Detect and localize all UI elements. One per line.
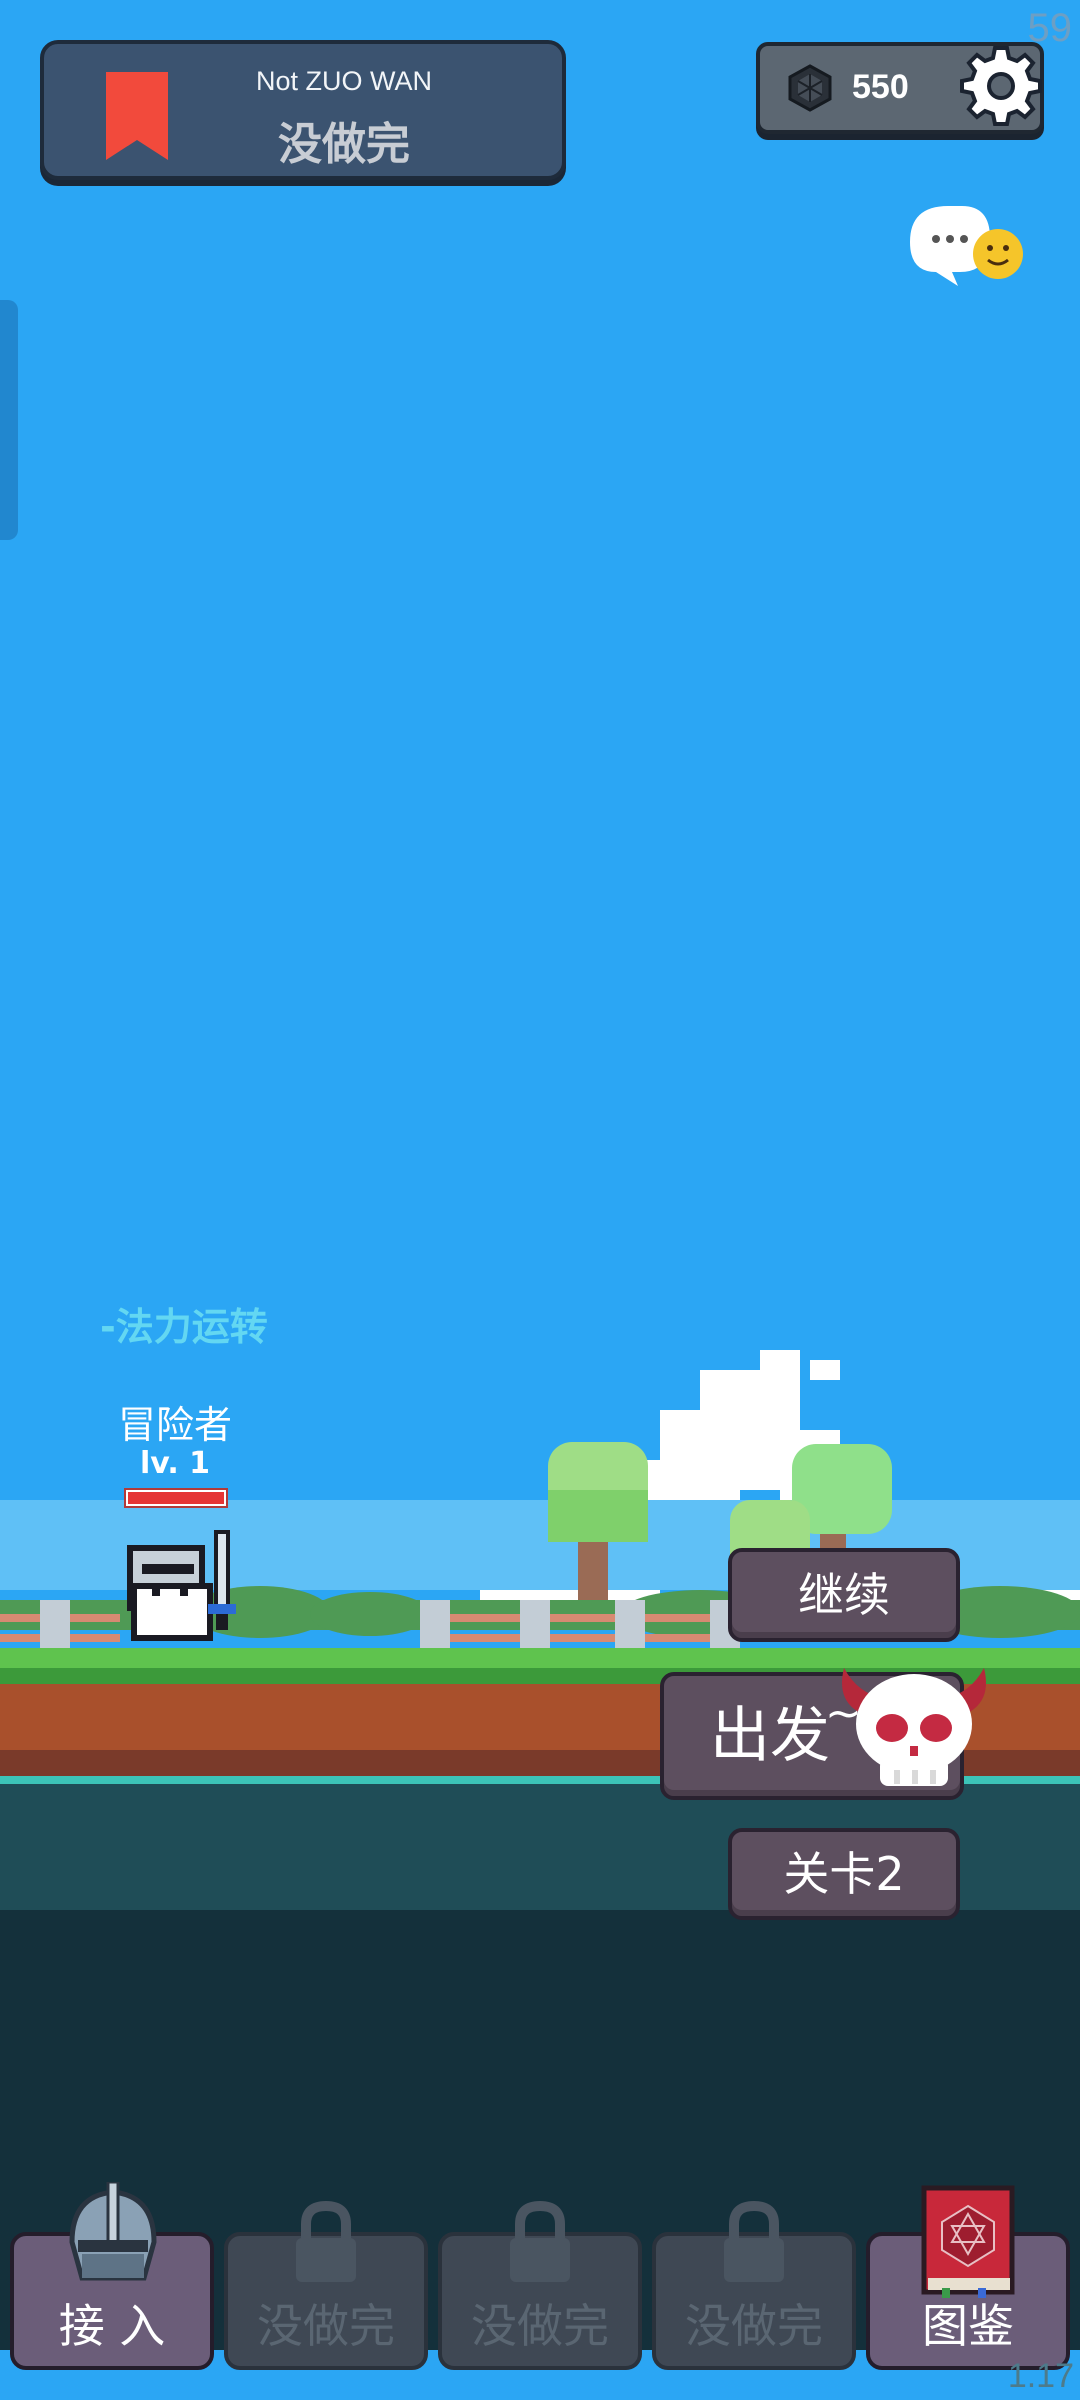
lock-icon [510, 2200, 570, 2282]
character-level: lv. 1 [139, 1446, 211, 1481]
lock-icon [724, 2200, 784, 2282]
health-bar-fill [128, 1492, 224, 1504]
knight-character[interactable] [124, 1528, 244, 1648]
banner-subtitle: Not ZUO WAN [255, 66, 432, 96]
gem-icon [788, 64, 832, 112]
tab-label: 没做完 [685, 2299, 823, 2353]
fps-counter: 59 [1027, 6, 1073, 50]
tab-label: 没做完 [257, 2299, 395, 2353]
health-bar [124, 1488, 228, 1508]
profile-banner[interactable]: Not ZUO WAN 没做完 [40, 40, 566, 180]
currency-amount: 550 [852, 68, 909, 106]
chat-bubble-icon[interactable] [900, 202, 1030, 290]
skill-floating-text: -法力运转 [100, 1305, 268, 1349]
side-drawer-handle[interactable] [0, 300, 18, 540]
tilde-mark: ~ [825, 1688, 862, 1739]
lock-icon [296, 2200, 356, 2282]
knight-helmet-icon [69, 2182, 157, 2281]
gear-icon[interactable] [960, 44, 1042, 126]
level-select-button[interactable]: 关卡2 [728, 1828, 960, 1920]
continue-button[interactable]: 继续 [728, 1548, 960, 1642]
spellbook-icon [921, 2185, 1015, 2298]
bookmark-icon [106, 72, 168, 160]
tab-label: 没做完 [471, 2299, 609, 2353]
character-name: 冒险者 [117, 1403, 232, 1447]
banner-title: 没做完 [278, 119, 410, 170]
version-label: 1.17 [1007, 2357, 1074, 2395]
tab-label: 接 入 [58, 2299, 166, 2353]
